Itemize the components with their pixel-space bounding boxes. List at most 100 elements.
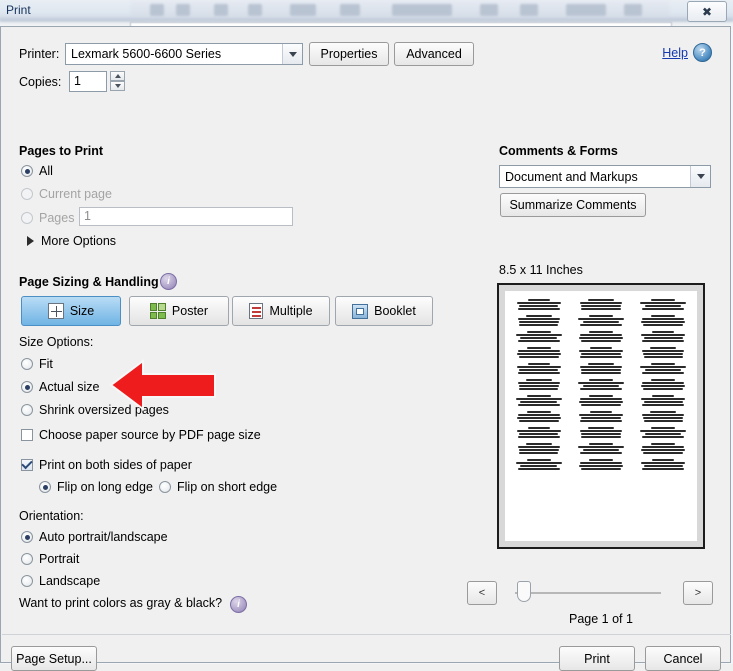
preview-text-block	[511, 315, 567, 326]
next-page-button[interactable]: >	[683, 581, 713, 605]
preview-text-line	[583, 321, 620, 323]
preview-text-line	[581, 353, 620, 355]
tab-booklet[interactable]: Booklet	[335, 296, 433, 326]
preview-text-line	[589, 443, 614, 445]
preview-text-line	[590, 347, 612, 349]
preview-text-line	[651, 315, 674, 317]
preview-text-line	[519, 388, 558, 390]
radio-fit[interactable]: Fit	[21, 357, 53, 371]
preview-text-line	[527, 331, 552, 333]
tab-poster-label: Poster	[172, 304, 208, 318]
preview-text-line	[528, 363, 550, 365]
preview-text-line	[528, 427, 550, 429]
previous-page-button[interactable]: <	[467, 581, 497, 605]
page-slider-track[interactable]	[515, 592, 661, 594]
print-button[interactable]: Print	[559, 646, 635, 671]
preview-text-line	[581, 369, 621, 371]
radio-indicator	[21, 553, 33, 565]
radio-portrait[interactable]: Portrait	[21, 552, 79, 566]
checkbox-indicator	[21, 459, 33, 471]
more-options-toggle[interactable]: More Options	[27, 234, 116, 248]
chevron-down-icon[interactable]	[690, 166, 710, 187]
copies-stepper[interactable]	[110, 71, 125, 92]
preview-text-block	[511, 459, 567, 470]
preview-text-line	[580, 324, 622, 326]
info-icon[interactable]: i	[160, 273, 177, 290]
preview-text-line	[518, 436, 559, 438]
radio-all[interactable]: All	[21, 164, 53, 178]
preview-text-line	[518, 350, 559, 352]
radio-flip-long-edge[interactable]: Flip on long edge	[39, 480, 153, 494]
preview-text-line	[520, 401, 557, 403]
radio-indicator	[21, 212, 33, 224]
preview-text-line	[516, 398, 562, 400]
preview-text-line	[518, 340, 560, 342]
radio-auto-orientation[interactable]: Auto portrait/landscape	[21, 530, 168, 544]
radio-actual-size[interactable]: Actual size	[21, 380, 99, 394]
preview-column	[511, 299, 567, 533]
preview-text-block	[635, 347, 691, 358]
chevron-right-icon	[27, 236, 34, 246]
radio-current-page[interactable]: Current page	[21, 187, 112, 201]
copies-input[interactable]: 1	[69, 71, 107, 92]
preview-text-line	[517, 430, 561, 432]
preview-text-line	[642, 414, 684, 416]
summarize-comments-button[interactable]: Summarize Comments	[500, 193, 646, 217]
preview-text-line	[581, 417, 620, 419]
tab-poster[interactable]: Poster	[129, 296, 229, 326]
preview-text-line	[579, 465, 623, 467]
advanced-button[interactable]: Advanced	[394, 42, 474, 66]
preview-text-line	[641, 334, 685, 336]
preview-text-block	[573, 363, 629, 374]
radio-landscape[interactable]: Landscape	[21, 574, 100, 588]
preview-column	[635, 299, 691, 533]
radio-indicator	[21, 381, 33, 393]
radio-current-page-label: Current page	[39, 187, 112, 201]
pages-range-input[interactable]: 1	[79, 207, 293, 226]
question-icon[interactable]: ?	[693, 43, 712, 62]
preview-text-line	[517, 417, 561, 419]
printer-select[interactable]: Lexmark 5600-6600 Series	[65, 43, 303, 65]
page-setup-button[interactable]: Page Setup...	[11, 646, 97, 671]
close-icon[interactable]: ✖	[687, 1, 727, 22]
preview-text-line	[518, 308, 559, 310]
preview-text-line	[641, 321, 685, 323]
tab-size[interactable]: Size	[21, 296, 121, 326]
page-slider-thumb[interactable]	[517, 581, 531, 602]
preview-text-line	[643, 388, 683, 390]
cancel-button[interactable]: Cancel	[645, 646, 721, 671]
help-link[interactable]: Help	[662, 46, 688, 60]
checkbox-print-both-sides[interactable]: Print on both sides of paper	[21, 458, 192, 472]
preview-text-line	[519, 305, 558, 307]
radio-indicator	[39, 481, 51, 493]
preview-text-line	[528, 299, 550, 301]
preview-text-line	[520, 465, 557, 467]
comments-forms-value: Document and Markups	[500, 170, 690, 184]
preview-text-line	[642, 382, 683, 384]
radio-indicator	[21, 531, 33, 543]
preview-text-line	[518, 382, 560, 384]
chevron-down-icon[interactable]	[282, 44, 302, 64]
preview-text-line	[581, 404, 621, 406]
properties-button[interactable]: Properties	[309, 42, 389, 66]
preview-text-block	[635, 459, 691, 470]
preview-text-line	[644, 356, 683, 358]
stepper-down-icon[interactable]	[110, 81, 125, 91]
preview-text-line	[579, 337, 623, 339]
checkbox-paper-source[interactable]: Choose paper source by PDF page size	[21, 428, 261, 442]
tab-multiple[interactable]: Multiple	[232, 296, 330, 326]
preview-text-line	[580, 366, 622, 368]
preview-text-line	[579, 350, 623, 352]
preview-text-line	[645, 305, 682, 307]
booklet-icon	[352, 304, 368, 319]
footer-divider	[2, 634, 731, 635]
preview-text-line	[643, 452, 683, 454]
preview-text-block	[511, 395, 567, 406]
info-icon[interactable]: i	[230, 596, 247, 613]
radio-flip-short-edge[interactable]: Flip on short edge	[159, 480, 277, 494]
radio-pages[interactable]: Pages	[21, 211, 74, 225]
stepper-up-icon[interactable]	[110, 71, 125, 81]
comments-forms-select[interactable]: Document and Markups	[499, 165, 711, 188]
preview-text-line	[644, 401, 683, 403]
preview-text-line	[583, 385, 620, 387]
